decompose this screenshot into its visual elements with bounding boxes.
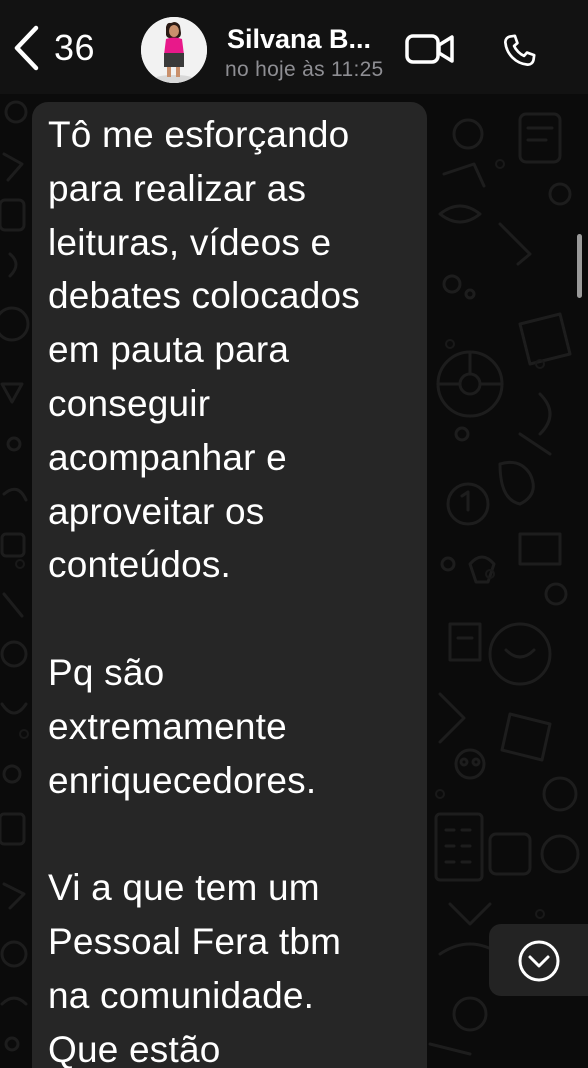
- back-button[interactable]: 36: [12, 22, 95, 74]
- message-line: na comunidade.: [48, 974, 315, 1016]
- message-line: leituras, vídeos e: [48, 221, 332, 263]
- message-line: em pauta para: [48, 329, 290, 371]
- message-line: extremamente: [48, 705, 287, 747]
- scroll-to-bottom-button[interactable]: [489, 924, 588, 996]
- message-line: acompanhar e: [48, 436, 287, 478]
- message-line: para realizar as: [48, 167, 307, 209]
- video-camera-icon: [405, 34, 454, 64]
- chat-header: 36 Silvana B... no hoje às 11:25: [0, 0, 588, 94]
- message-line: Vi a que tem um: [48, 867, 320, 909]
- message-line: enriquecedores.: [48, 759, 317, 801]
- message-text: Tô me esforçando para realizar as leitur…: [48, 108, 418, 1068]
- message-line: conteúdos.: [48, 544, 232, 586]
- message-paragraph: Vi a que tem um Pessoal Fera tbm na comu…: [48, 861, 418, 1068]
- contact-name[interactable]: Silvana B...: [227, 24, 371, 55]
- voice-call-button[interactable]: [500, 31, 538, 76]
- chat-area[interactable]: Tô me esforçando para realizar as leitur…: [0, 94, 588, 1068]
- message-line: Pq são: [48, 651, 165, 693]
- message-line: debates colocados: [48, 275, 360, 317]
- chevron-down-circle-icon: [518, 940, 560, 982]
- message-paragraph: Tô me esforçando para realizar as leitur…: [48, 108, 418, 592]
- avatar[interactable]: [141, 17, 207, 83]
- message-line: conseguir: [48, 382, 211, 424]
- message-paragraph: Pq são extremamente enriquecedores.: [48, 646, 418, 807]
- message-line: Pessoal Fera tbm: [48, 920, 342, 962]
- chat-screen: 36 Silvana B... no hoje às 11:25 Tô me e…: [0, 0, 588, 1068]
- phone-icon: [504, 34, 536, 66]
- scroll-indicator[interactable]: [577, 234, 582, 298]
- last-seen-status: no hoje às 11:25: [225, 58, 384, 81]
- avatar-photo: [141, 17, 207, 83]
- message-line: aproveitar os: [48, 490, 265, 532]
- message-line: Que estão: [48, 1028, 221, 1068]
- unread-count: 36: [54, 27, 96, 68]
- message-line: Tô me esforçando: [48, 114, 350, 155]
- video-call-button[interactable]: [404, 31, 456, 72]
- chevron-left-icon: [14, 25, 39, 71]
